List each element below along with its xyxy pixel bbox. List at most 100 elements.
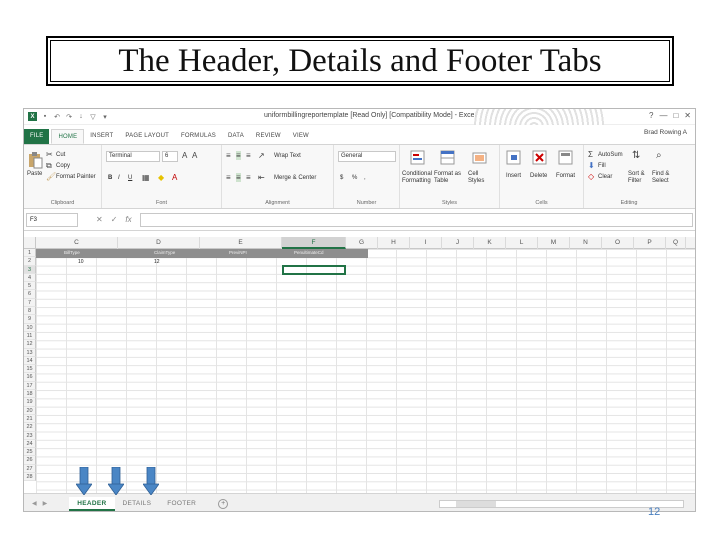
row-header-17[interactable]: 17 <box>24 381 36 391</box>
copy-button[interactable]: Copy <box>56 163 70 169</box>
currency-button[interactable]: $ <box>340 175 343 181</box>
cell-d1[interactable]: ClaimType <box>154 250 175 255</box>
tab-page-layout[interactable]: PAGE LAYOUT <box>119 129 175 144</box>
select-all-corner[interactable] <box>24 237 36 249</box>
row-header-15[interactable]: 15 <box>24 365 36 374</box>
row-header-14[interactable]: 14 <box>24 356 36 366</box>
autosum-icon[interactable]: Σ <box>588 150 593 159</box>
cell-area[interactable] <box>36 249 695 493</box>
align-right-icon[interactable]: ≡ <box>246 173 251 182</box>
column-header-l[interactable]: L <box>506 237 538 249</box>
column-header-o[interactable]: O <box>602 237 634 249</box>
conditional-formatting-icon[interactable] <box>410 149 426 167</box>
row-header-10[interactable]: 10 <box>24 323 36 332</box>
tab-file[interactable]: FILE <box>24 129 50 144</box>
close-icon[interactable]: ✕ <box>684 111 691 120</box>
row-header-6[interactable]: 6 <box>24 290 36 299</box>
enter-icon[interactable]: ✓ <box>111 215 118 224</box>
row-header-9[interactable]: 9 <box>24 315 36 324</box>
format-painter-icon[interactable]: 🖌 <box>46 172 56 181</box>
row-header-25[interactable]: 25 <box>24 448 36 457</box>
active-cell-f3[interactable] <box>282 265 346 275</box>
column-header-f[interactable]: F <box>282 237 346 249</box>
wrap-text-button[interactable]: Wrap Text <box>274 153 301 159</box>
cell-c1[interactable]: BillType <box>64 250 80 255</box>
row-header-16[interactable]: 16 <box>24 373 36 382</box>
delete-button[interactable]: Delete <box>530 173 547 179</box>
row-header-20[interactable]: 20 <box>24 406 36 415</box>
row-header-18[interactable]: 18 <box>24 390 36 399</box>
increase-font-icon[interactable]: A <box>182 151 187 160</box>
column-header-j[interactable]: J <box>442 237 474 249</box>
cell-d2[interactable]: 12 <box>154 259 160 265</box>
cell-c2[interactable]: 10 <box>78 259 84 265</box>
column-header-n[interactable]: N <box>570 237 602 249</box>
sheet-tab-header[interactable]: HEADER <box>69 496 115 511</box>
row-header-7[interactable]: 7 <box>24 298 36 308</box>
align-top-icon[interactable]: ≡ <box>226 151 231 160</box>
insert-function-icon[interactable]: fx <box>125 215 131 224</box>
tab-review[interactable]: REVIEW <box>250 129 287 144</box>
row-header-21[interactable]: 21 <box>24 414 36 424</box>
column-header-i[interactable]: I <box>410 237 442 249</box>
column-header-h[interactable]: H <box>378 237 410 249</box>
column-header-p[interactable]: P <box>634 237 666 249</box>
paste-icon[interactable] <box>27 151 43 169</box>
redo-icon[interactable]: ↷ <box>65 113 73 121</box>
clear-button[interactable]: Clear <box>598 174 612 180</box>
restore-icon[interactable]: □ <box>673 111 678 120</box>
row-header-19[interactable]: 19 <box>24 398 36 407</box>
user-account[interactable]: Brad Rowing A <box>644 129 687 136</box>
merge-center-button[interactable]: Merge & Center <box>274 175 316 181</box>
cancel-icon[interactable]: ✕ <box>96 215 103 224</box>
comma-button[interactable]: , <box>364 175 366 181</box>
column-header-d[interactable]: D <box>118 237 200 249</box>
insert-cells-icon[interactable] <box>506 149 522 167</box>
filter-icon[interactable]: ▽ <box>89 113 97 121</box>
italic-button[interactable]: I <box>118 175 120 181</box>
row-header-23[interactable]: 23 <box>24 431 36 440</box>
tab-data[interactable]: DATA <box>222 129 250 144</box>
format-as-table-button[interactable]: Format as Table <box>434 171 464 185</box>
customize-qat-icon[interactable]: ▾ <box>101 113 109 121</box>
paste-button[interactable]: Paste <box>27 171 42 177</box>
undo-icon[interactable]: ↶ <box>53 113 61 121</box>
tab-view[interactable]: VIEW <box>287 129 315 144</box>
indent-icon[interactable]: ⇤ <box>258 173 265 182</box>
insert-button[interactable]: Insert <box>506 173 521 179</box>
row-header-11[interactable]: 11 <box>24 331 36 341</box>
sheet-tab-footer[interactable]: FOOTER <box>159 497 204 511</box>
row-header-1[interactable]: 1 <box>24 249 36 258</box>
tab-home[interactable]: HOME <box>51 129 85 144</box>
column-header-m[interactable]: M <box>538 237 570 249</box>
format-as-table-icon[interactable] <box>440 149 456 167</box>
conditional-formatting-button[interactable]: Conditional Formatting <box>402 171 432 185</box>
tab-insert[interactable]: INSERT <box>84 129 119 144</box>
autosum-button[interactable]: AutoSum <box>598 152 623 158</box>
prev-sheet-icon[interactable]: ◀ <box>32 500 37 507</box>
column-header-c[interactable]: C <box>36 237 118 249</box>
format-cells-icon[interactable] <box>558 149 574 167</box>
cell-f1[interactable]: PenultimateCd <box>294 250 324 255</box>
align-bottom-icon[interactable]: ≡ <box>246 151 251 160</box>
column-header-e[interactable]: E <box>200 237 282 249</box>
help-icon[interactable]: ? <box>649 111 653 120</box>
row-header-28[interactable]: 28 <box>24 473 36 482</box>
fill-color-icon[interactable]: ◆ <box>158 173 164 182</box>
scrollbar-thumb[interactable] <box>456 501 496 507</box>
align-left-icon[interactable]: ≡ <box>226 173 231 182</box>
font-name-select[interactable]: Terminal <box>106 151 160 162</box>
fill-button[interactable]: Fill <box>598 163 606 169</box>
orientation-icon[interactable]: ↗ <box>258 151 265 160</box>
row-header-13[interactable]: 13 <box>24 348 36 357</box>
borders-icon[interactable]: ▦ <box>142 173 150 182</box>
row-header-22[interactable]: 22 <box>24 423 36 432</box>
row-header-24[interactable]: 24 <box>24 439 36 449</box>
name-box[interactable]: F3 <box>26 212 78 227</box>
row-header-2[interactable]: 2 <box>24 257 36 266</box>
tab-formulas[interactable]: FORMULAS <box>175 129 222 144</box>
row-header-5[interactable]: 5 <box>24 282 36 291</box>
delete-cells-icon[interactable] <box>532 149 548 167</box>
next-sheet-icon[interactable]: ▶ <box>43 500 48 507</box>
cell-styles-icon[interactable] <box>472 149 488 167</box>
